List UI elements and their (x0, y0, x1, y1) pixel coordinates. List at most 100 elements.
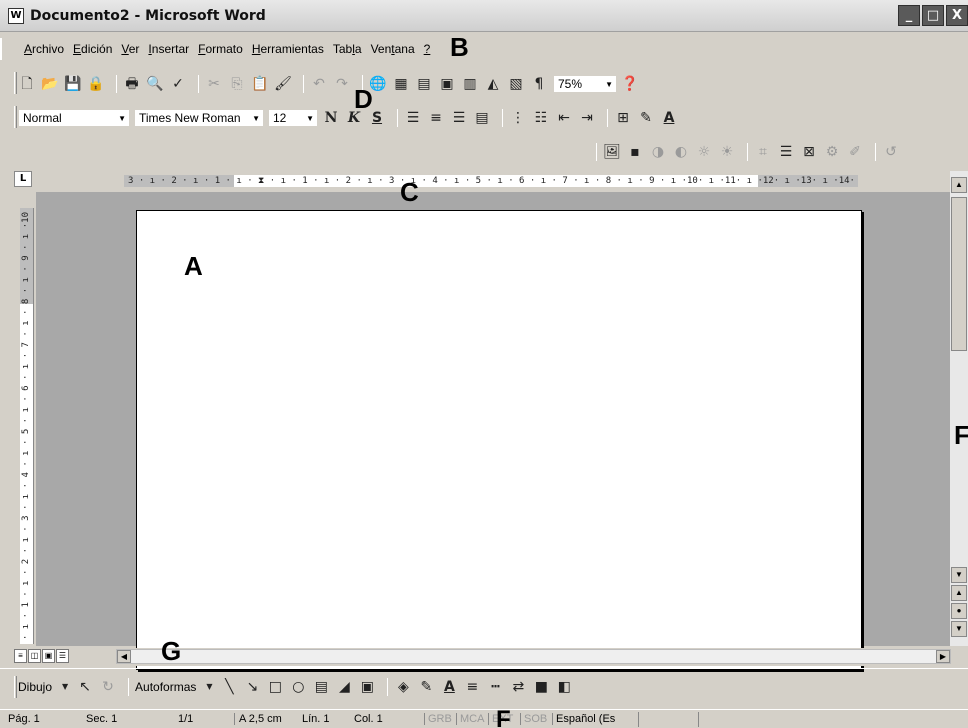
maximize-button[interactable]: □ (922, 5, 944, 26)
picture-toolbar: 🖼 ▪ ◑ ◐ ☼ ☀ ⌗ ☰ ⊠ ⚙ ✐ ↺ (590, 140, 905, 164)
numbering-icon[interactable]: ⋮ (509, 109, 527, 127)
status-grb[interactable]: GRB (424, 713, 456, 725)
more-brightness-icon[interactable]: ☼ (695, 143, 713, 161)
align-right-icon[interactable]: ☰ (450, 109, 468, 127)
paste-icon[interactable]: 📋 (251, 75, 269, 93)
image-control-icon[interactable]: ▪ (626, 143, 644, 161)
tables-borders-icon[interactable]: ▦ (392, 75, 410, 93)
tab-selector-button[interactable]: L (14, 171, 32, 187)
save-icon[interactable]: 💾 (64, 75, 82, 93)
document-page[interactable] (136, 210, 862, 670)
permission-icon[interactable]: 🔒 (87, 75, 105, 93)
outline-view-button[interactable]: ☰ (56, 649, 69, 663)
align-left-icon[interactable]: ☰ (404, 109, 422, 127)
web-view-button[interactable]: ◫ (28, 649, 41, 663)
spelling-icon[interactable]: ✓ (169, 75, 187, 93)
separator (596, 143, 597, 161)
set-transparent-icon[interactable]: ✐ (846, 143, 864, 161)
crop-icon[interactable]: ⌗ (754, 143, 772, 161)
document-map-icon[interactable]: ▧ (507, 75, 525, 93)
word-app-icon[interactable]: W (8, 7, 24, 24)
horizontal-scrollbar[interactable]: ◀ ▶ (116, 649, 951, 664)
redo-icon[interactable]: ↷ (333, 75, 351, 93)
font-color-icon[interactable]: A (660, 109, 678, 127)
print-preview-icon[interactable]: 🔍 (146, 75, 164, 93)
align-center-icon[interactable]: ≡ (427, 109, 445, 127)
next-page-button[interactable]: ▼ (951, 621, 967, 637)
zoom-select[interactable]: 75% ▼ (553, 75, 617, 93)
style-select[interactable]: Normal ▼ (18, 109, 130, 127)
ruler-ticks: 3 · ı · 2 · ı · 1 · ı · ⧗ · ı · 1 · ı · … (128, 176, 858, 186)
normal-view-button[interactable]: ≡ (14, 649, 27, 663)
menu-ventana[interactable]: Ventana (371, 42, 415, 56)
close-button[interactable]: X (946, 5, 968, 26)
scroll-down-button[interactable]: ▼ (951, 567, 967, 583)
scroll-left-button[interactable]: ◀ (117, 650, 131, 663)
menu-ayuda[interactable]: ? (424, 42, 431, 56)
menu-archivo-label: rchivo (32, 42, 65, 56)
font-size-select[interactable]: 12 ▼ (268, 109, 318, 127)
drawing-icon[interactable]: ◭ (484, 75, 502, 93)
scroll-up-button[interactable]: ▲ (951, 177, 967, 193)
document-workspace (36, 192, 950, 670)
cut-icon[interactable]: ✂ (205, 75, 223, 93)
toolbar-grip[interactable] (14, 72, 17, 94)
vertical-ruler[interactable]: 2 · ı · 1 · ı · · ı · 1 · ı · 2 · ı · 3 … (20, 208, 34, 644)
previous-page-button[interactable]: ▲ (951, 585, 967, 601)
line-style-icon[interactable]: ☰ (777, 143, 795, 161)
status-empty-2 (698, 711, 758, 727)
status-language[interactable]: Español (Es (552, 713, 638, 725)
select-browse-object-button[interactable]: ● (951, 603, 967, 619)
menu-insertar[interactable]: Insertar (148, 42, 189, 56)
menu-tabla[interactable]: Tabla (333, 42, 362, 56)
minimize-button[interactable]: _ (898, 5, 920, 26)
undo-icon[interactable]: ↶ (310, 75, 328, 93)
print-icon[interactable]: 🖶 (123, 75, 141, 93)
increase-indent-icon[interactable]: ⇥ (578, 109, 596, 127)
toolbar-grip[interactable] (14, 106, 17, 128)
title-bar[interactable]: W Documento2 - Microsoft Word _ □ X (0, 0, 968, 32)
show-hide-icon[interactable]: ¶ (530, 75, 548, 93)
menu-formato[interactable]: Formato (198, 42, 243, 56)
highlight-icon[interactable]: ✎ (637, 109, 655, 127)
menu-herramientas[interactable]: Herramientas (252, 42, 324, 56)
copy-icon[interactable]: ⎘ (228, 75, 246, 93)
insert-excel-icon[interactable]: ▣ (438, 75, 456, 93)
less-brightness-icon[interactable]: ☀ (718, 143, 736, 161)
chevron-down-icon: ▼ (252, 114, 260, 123)
insert-picture-icon[interactable]: 🖼 (603, 143, 621, 161)
separator (397, 109, 398, 127)
menu-archivo[interactable]: Archivo (24, 42, 64, 56)
open-folder-icon[interactable]: 📂 (41, 75, 59, 93)
less-contrast-icon[interactable]: ◐ (672, 143, 690, 161)
new-document-icon[interactable]: 🗋 (18, 75, 36, 93)
scroll-right-button[interactable]: ▶ (936, 650, 950, 663)
border-icon[interactable]: ⊞ (614, 109, 632, 127)
format-picture-icon[interactable]: ⚙ (823, 143, 841, 161)
horizontal-ruler[interactable]: 3 · ı · 2 · ı · 1 · ı · ⧗ · ı · 1 · ı · … (124, 175, 858, 187)
justify-icon[interactable]: ▤ (473, 109, 491, 127)
menu-ver[interactable]: Ver (121, 42, 139, 56)
separator (875, 143, 876, 161)
text-wrapping-icon[interactable]: ⊠ (800, 143, 818, 161)
font-value: Times New Roman (139, 111, 241, 125)
formatting-toolbar: Normal ▼ Times New Roman ▼ 12 ▼ N K S ☰ ≡ ☰… (18, 106, 683, 130)
format-painter-icon[interactable]: 🖌 (274, 75, 292, 93)
more-contrast-icon[interactable]: ◑ (649, 143, 667, 161)
font-select[interactable]: Times New Roman ▼ (134, 109, 264, 127)
help-icon[interactable]: ❓ (621, 75, 639, 93)
decrease-indent-icon[interactable]: ⇤ (555, 109, 573, 127)
status-sob[interactable]: SOB (520, 713, 552, 725)
bullets-icon[interactable]: ☷ (532, 109, 550, 127)
status-mca[interactable]: MCA (456, 713, 488, 725)
columns-icon[interactable]: ▥ (461, 75, 479, 93)
print-layout-view-button[interactable]: ▣ (42, 649, 55, 663)
menu-edicion[interactable]: Edición (73, 42, 112, 56)
chevron-down-icon: ▼ (306, 114, 314, 123)
vertical-scrollbar[interactable]: ▲ ▼ ▲ ● ▼ (950, 171, 968, 646)
scroll-thumb[interactable] (951, 197, 967, 351)
reset-picture-icon[interactable]: ↺ (882, 143, 900, 161)
status-position: A 2,5 cm (234, 713, 302, 725)
bold-button[interactable]: N (322, 109, 340, 127)
insert-table-icon[interactable]: ▤ (415, 75, 433, 93)
